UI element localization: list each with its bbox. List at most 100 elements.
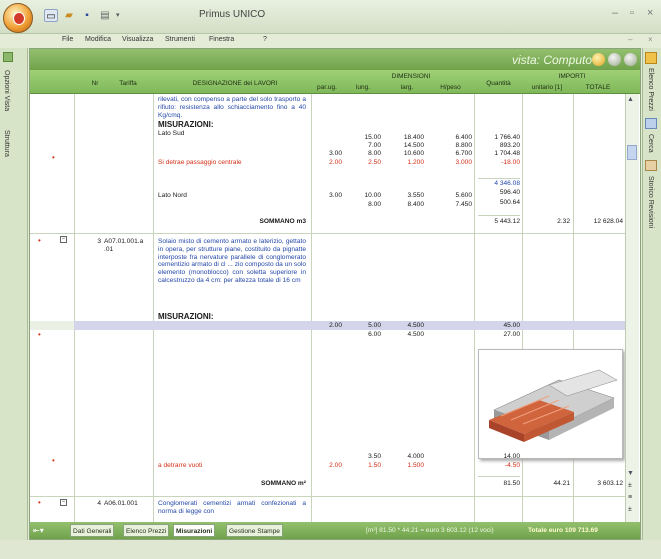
cell-hpeso[interactable]: 8.800: [432, 142, 472, 150]
cell-lung[interactable]: 2.50: [345, 159, 381, 167]
collapse-toggle-icon[interactable]: −: [60, 236, 67, 243]
view-close-icon[interactable]: [624, 53, 637, 66]
tab-opzioni-vista[interactable]: Opzioni Vista: [3, 70, 10, 111]
tab-storico-revisioni[interactable]: Storico Revisioni: [647, 176, 654, 228]
cell-larg[interactable]: 14.500: [387, 142, 424, 150]
row-highlight-left: [30, 321, 74, 330]
cell-lung[interactable]: 3.50: [345, 453, 381, 461]
cell-parug[interactable]: 2.00: [312, 462, 342, 470]
row1-description[interactable]: rilevati, con compenso a parte del solo …: [158, 96, 306, 119]
row1-sommano: SOMMANO m3: [259, 218, 306, 225]
cell-hpeso[interactable]: 3.000: [432, 159, 472, 167]
menu-file[interactable]: File: [62, 36, 73, 43]
cell-hpeso[interactable]: 6.400: [432, 134, 472, 142]
menu-help[interactable]: ?: [263, 36, 267, 43]
tab-elenco-prezzi-bottom[interactable]: Elenco Prezzi: [123, 524, 170, 537]
cell-parug[interactable]: 2.00: [312, 159, 342, 167]
tab-cerca[interactable]: Cerca: [647, 134, 654, 153]
col-nr: Nr: [91, 80, 99, 87]
cell-lung[interactable]: 10.00: [345, 192, 381, 200]
cell-lung[interactable]: 7.00: [345, 142, 381, 150]
view-option-icon[interactable]: [592, 53, 605, 66]
cell-lung[interactable]: 6.00: [345, 331, 381, 339]
row2-description[interactable]: Solaio misto di cemento armato e lateriz…: [158, 238, 306, 285]
row3-tariffa[interactable]: A06.01.001: [104, 500, 152, 508]
row1-detrae-label[interactable]: Si detrae passaggio centrale: [158, 159, 242, 167]
cell-larg[interactable]: 10.600: [387, 150, 424, 158]
cell-parug[interactable]: 3.00: [312, 192, 342, 200]
cell-quantita: 1 766.40: [494, 134, 520, 141]
cell-hpeso[interactable]: 6.700: [432, 150, 472, 158]
sommano-line: [478, 215, 520, 216]
row1-unit-price[interactable]: 2.32: [524, 218, 570, 226]
cell-larg[interactable]: 1.500: [387, 462, 424, 470]
menu-strumenti[interactable]: Strumenti: [165, 36, 195, 43]
menu-modifica[interactable]: Modifica: [85, 36, 111, 43]
col-designazione: DESIGNAZIONE dei LAVORI: [192, 80, 278, 87]
cell-larg[interactable]: 3.550: [387, 192, 424, 200]
col-tariffa: Tariffa: [119, 80, 137, 87]
scroll-down-icon[interactable]: ▼: [627, 470, 634, 477]
close-icon[interactable]: ×: [647, 7, 653, 19]
pin-icon[interactable]: [3, 52, 13, 62]
cell-larg[interactable]: 18.400: [387, 134, 424, 142]
cell-lung[interactable]: 8.00: [345, 201, 381, 209]
cell-parug[interactable]: 3.00: [312, 150, 342, 158]
nav-item-icon[interactable]: ±: [628, 506, 632, 513]
cell-larg[interactable]: 4.500: [387, 322, 424, 330]
cell-lung[interactable]: 8.00: [345, 150, 381, 158]
row2-unit-price[interactable]: 44.21: [524, 480, 570, 488]
row1-lato-sud[interactable]: Lato Sud: [158, 130, 184, 138]
next-item-icon[interactable]: ≡: [628, 494, 632, 501]
tab-elenco-prezzi[interactable]: Elenco Prezzi: [647, 68, 654, 111]
cell-quantita: 14.00: [503, 453, 520, 460]
app-orb-button[interactable]: [3, 3, 33, 33]
open-folder-icon[interactable]: ▰: [62, 9, 76, 22]
tab-dati-generali[interactable]: Dati Generali: [70, 524, 115, 537]
tab-misurazioni[interactable]: Misurazioni: [173, 524, 216, 537]
doc-close-icon[interactable]: ×: [648, 35, 653, 44]
tab-navigation-icon[interactable]: ⇤▾: [33, 526, 44, 535]
row1-total: 12 628.04: [593, 218, 623, 225]
quick-access-dropdown-icon[interactable]: ▾: [116, 11, 120, 19]
slab-illustration[interactable]: [478, 349, 623, 459]
vista-label[interactable]: vista: Computo: [512, 53, 592, 67]
cell-larg[interactable]: 4.000: [387, 453, 424, 461]
row-marker-dot: •: [38, 498, 41, 507]
menu-finestra[interactable]: Finestra: [209, 36, 234, 43]
col-quantita: Quantità: [486, 80, 511, 87]
col-dimensioni: DIMENSIONI: [391, 73, 431, 80]
collapse-toggle-icon[interactable]: −: [60, 499, 67, 506]
print-icon[interactable]: ▤: [98, 9, 112, 22]
row2-detrarre-label[interactable]: a detrarre vuoti: [158, 462, 202, 470]
view-settings-icon[interactable]: [608, 53, 621, 66]
tab-struttura[interactable]: Struttura: [3, 130, 10, 157]
doc-minimize-icon[interactable]: –: [628, 35, 632, 44]
scroll-up-icon[interactable]: ▲: [627, 96, 634, 103]
save-icon[interactable]: ▪: [80, 9, 94, 22]
cell-quantita: 500.64: [499, 199, 520, 206]
cell-lung[interactable]: 1.50: [345, 462, 381, 470]
cell-quantita: 27.00: [503, 331, 520, 338]
row2-tariffa[interactable]: A07.01.001.a .01: [104, 238, 152, 254]
cell-parug[interactable]: 2.00: [312, 322, 342, 330]
cell-lung[interactable]: 5.00: [345, 322, 381, 330]
maximize-icon[interactable]: ▫: [630, 7, 634, 19]
tab-gestione-stampe[interactable]: Gestione Stampe: [226, 524, 283, 537]
row1-lato-nord[interactable]: Lato Nord: [158, 192, 187, 200]
sommano-line: [478, 476, 520, 477]
scrollbar-thumb[interactable]: [627, 145, 637, 160]
row3-description[interactable]: Conglomerati cementizi armati confeziona…: [158, 500, 306, 518]
cell-lung[interactable]: 15.00: [345, 134, 381, 142]
minimize-icon[interactable]: –: [612, 7, 618, 19]
cell-larg[interactable]: 4.500: [387, 331, 424, 339]
prev-item-icon[interactable]: ±: [628, 482, 632, 489]
menu-visualizza[interactable]: Visualizza: [122, 36, 153, 43]
cell-larg[interactable]: 8.400: [387, 201, 424, 209]
cell-hpeso[interactable]: 7.450: [432, 201, 472, 209]
row-marker-dot: •: [38, 236, 41, 245]
cell-larg[interactable]: 1.200: [387, 159, 424, 167]
cell-hpeso[interactable]: 5.600: [432, 192, 472, 200]
row1-misurazioni: MISURAZIONI:: [158, 120, 214, 129]
new-document-icon[interactable]: ▭: [44, 9, 58, 22]
